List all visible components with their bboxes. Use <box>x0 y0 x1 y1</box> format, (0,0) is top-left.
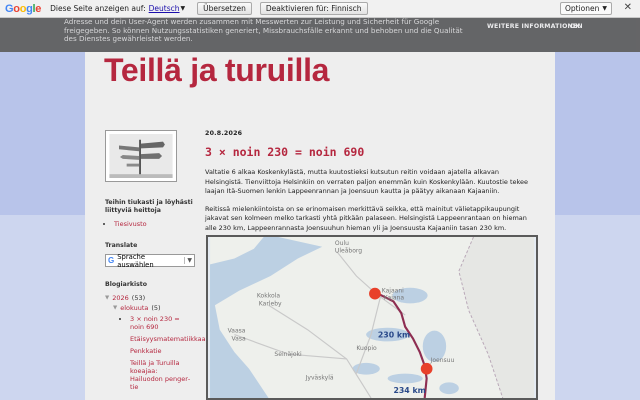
label-kokkola: Kokkola <box>257 292 280 299</box>
profile-image <box>105 130 177 182</box>
label-oulu: Oulu <box>335 240 349 247</box>
more-info-link[interactable]: WEITERE INFORMATIONEN <box>487 23 583 32</box>
marker-joensuu <box>420 362 433 375</box>
google-logo: Google <box>5 2 42 15</box>
cookie-ok-button[interactable]: OK <box>570 23 580 32</box>
archive-post-link[interactable]: Etäisyysmatematiikkaa <box>130 335 206 343</box>
links-heading: Teihin tiukasti ja löyhästi liittyviä he… <box>105 199 193 214</box>
map-svg: Oulu Uleåborg Kajaani Kajana Kokkola Kar… <box>210 237 534 398</box>
route-map: Oulu Uleåborg Kajaani Kajana Kokkola Kar… <box>206 235 538 400</box>
chevron-down-icon: ▼ <box>602 5 607 12</box>
google-g-icon: G <box>108 256 115 265</box>
label-kajana: Kajana <box>384 294 405 301</box>
archive-month[interactable]: ▼ elokuuta (5) <box>113 304 200 313</box>
collapse-triangle-icon[interactable]: ▼ <box>113 304 117 313</box>
archive-year-count: (53) <box>131 294 146 302</box>
archive-post-list: 3 × noin 230 = noin 690 Etäisyysmatemati… <box>130 315 206 391</box>
map-lake <box>387 373 423 384</box>
label-kuopio: Kuopio <box>356 345 377 352</box>
translate-language-select[interactable]: G Sprache auswählen ▼ <box>105 252 195 269</box>
link-tiesivusto[interactable]: Tiesivusto <box>114 220 147 228</box>
archive-year-link[interactable]: 2026 <box>112 294 129 302</box>
signpost-image <box>109 134 173 178</box>
archive-post-link[interactable]: Teillä ja Turuilla koeajaa: Hailuodon pe… <box>130 359 190 391</box>
translate-prompt: Diese Seite anzeigen auf: <box>50 4 146 13</box>
collapse-triangle-icon[interactable]: ▼ <box>105 294 109 303</box>
disable-translation-button[interactable]: Deaktivieren für: Finnisch <box>259 2 368 15</box>
distance-label: 234 km <box>393 386 425 395</box>
label-vaasa: Vaasa <box>228 328 246 335</box>
cookie-text: Adresse und dein User-Agent werden zusam… <box>64 17 463 43</box>
marker-kajaani <box>369 287 381 300</box>
options-button[interactable]: Optionen ▼ <box>559 2 612 15</box>
language-link[interactable]: Deutsch <box>149 4 180 13</box>
post-title[interactable]: 3 × noin 230 = noin 690 <box>205 145 537 159</box>
archive-year[interactable]: ▼ 2026 (53) <box>105 294 200 303</box>
translate-button[interactable]: Übersetzen <box>197 2 252 15</box>
archive-month-count: (5) <box>151 303 161 312</box>
translate-heading: Translate <box>105 242 138 249</box>
label-jyvaskyla: Jyväskylä <box>305 374 334 381</box>
post-paragraph: Valtatie 6 alkaa Koskenkylästä, mutta ku… <box>205 168 529 195</box>
post-date: 20.8.2026 <box>205 130 243 137</box>
post-paragraph: Reitissä mielenkiintoista on se erinomai… <box>205 204 527 232</box>
translate-select-label: Sprache auswählen <box>117 252 154 269</box>
label-uleaborg: Uleåborg <box>335 246 362 255</box>
blog-title[interactable]: Teillä ja turuilla <box>104 52 329 89</box>
map-lake <box>439 382 459 395</box>
archive-month-link[interactable]: elokuuta <box>120 304 148 312</box>
close-icon[interactable]: ✕ <box>624 2 632 13</box>
archive-post-link[interactable]: 3 × noin 230 = noin 690 <box>130 315 180 331</box>
label-joensuu: Joensuu <box>430 357 455 364</box>
post: 20.8.2026 3 × noin 230 = noin 690 Valtat… <box>205 130 537 233</box>
archive-post-link[interactable]: Penkkatie <box>130 347 162 355</box>
label-karleby: Karleby <box>259 300 282 307</box>
sidebar: Teihin tiukasti ja löyhästi liittyviä he… <box>105 130 206 391</box>
distance-label: 230 km <box>378 331 410 340</box>
options-label: Optionen <box>564 4 600 13</box>
label-seinajoki: Seinäjoki <box>274 351 302 358</box>
chevron-down-icon[interactable]: ▼ <box>181 5 186 12</box>
archive-heading: Blogiarkisto <box>105 281 147 288</box>
label-vasa: Vasa <box>231 335 245 342</box>
links-list: Tiesivusto <box>114 220 200 228</box>
chevron-down-icon: ▼ <box>184 257 192 264</box>
google-translate-bar: Google Diese Seite anzeigen auf: Deutsch… <box>0 0 640 18</box>
cookie-notice: Adresse und dein User-Agent werden zusam… <box>0 17 640 52</box>
